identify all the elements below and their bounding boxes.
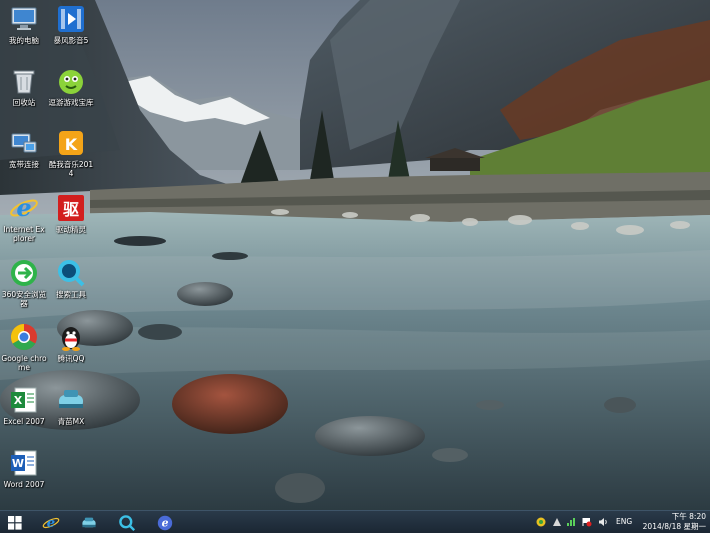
clock[interactable]: 下午 8:20 2014/8/18 星期一 [634,512,706,532]
update-icon[interactable] [552,517,562,527]
desktop-icon-label: 回收站 [12,98,36,107]
desktop-icon-boat-app[interactable]: 青苗MX [48,385,94,426]
language-indicator[interactable]: ENG [616,517,632,526]
desktop-icon-label: Excel 2007 [3,417,45,426]
svg-text:e: e [162,516,169,529]
ie-browser-icon: e [157,515,173,530]
desktop-icon-computer[interactable]: 我的电脑 [1,4,47,45]
desktop-icon-game-box[interactable]: 逗游游戏宝库 [48,66,94,107]
desktop-icon-internet-explorer[interactable]: e Internet Explorer [1,193,47,243]
desktop-icon-label: Google chrome [1,354,47,372]
desktop-icon-label: 宽带连接 [9,160,39,169]
boat-app-icon [59,390,83,408]
desktop-icon-label: 我的电脑 [9,36,39,45]
desktop-icon-storm-player[interactable]: 暴风影音5 [48,4,94,45]
desktop-icon-label: 暴风影音5 [53,36,89,45]
qq-icon [62,327,80,351]
internet-explorer-icon: e [42,516,60,531]
kuwo-music-icon: K [59,131,83,155]
svg-text:e: e [47,516,55,531]
search-tool-icon [58,260,85,287]
desktop-icon-label: 青苗MX [57,417,85,426]
system-tray: ENG 下午 8:20 2014/8/18 星期一 [534,511,710,533]
desktop-icon-label: 驱动精灵 [56,225,86,234]
desktop-icon-excel[interactable]: X Excel 2007 [1,385,47,426]
svg-text:e: e [16,193,31,222]
search-tool-icon [119,514,136,531]
clock-time: 下午 8:20 [671,512,706,521]
desktop-icon-recycle-bin[interactable]: 回收站 [1,66,47,107]
windows-start-icon [8,515,22,530]
recycle-bin-icon [13,70,35,94]
internet-explorer-icon: e [10,193,38,222]
start-button[interactable] [4,513,26,532]
desktop-icon-label: 搜索工具 [56,290,86,299]
desktop-icon-label: 酷我音乐2014 [48,160,94,178]
svg-text:驱: 驱 [63,200,79,219]
excel-icon: X [11,387,37,413]
driver-genius-icon: 驱 [58,195,84,221]
clock-date: 2014/8/18 星期一 [642,522,706,531]
desktop-icon-kuwo-music[interactable]: K 酷我音乐2014 [48,128,94,178]
desktop-icon-chrome[interactable]: Google chrome [1,322,47,372]
taskbar: e e ENG 下午 8:20 2014/8/18 星期一 [0,510,710,533]
desktop-icon-search-tool[interactable]: 搜索工具 [48,258,94,299]
volume-icon[interactable] [598,517,608,527]
svg-text:K: K [65,135,78,154]
desktop-icon-driver-genius[interactable]: 驱驱动精灵 [48,193,94,234]
desktop-icon-broadband[interactable]: 宽带连接 [1,128,47,169]
desktop-icon-label: 逗游游戏宝库 [48,98,94,107]
taskbar-internet-explorer[interactable]: e [40,513,62,532]
computer-icon [11,7,37,30]
broadband-icon [11,133,37,153]
desktop-wallpaper [0,0,710,510]
desktop-icon-label: 360安全浏览器 [1,290,47,308]
boat-app-icon [82,517,96,527]
desktop-icon-label: Internet Explorer [3,225,45,243]
shield-icon[interactable] [536,517,546,527]
desktop-icon-word[interactable]: W Word 2007 [1,448,47,489]
network-icon[interactable] [566,517,576,527]
taskbar-ie-browser[interactable]: e [154,513,176,532]
taskbar-boat-app[interactable] [78,513,100,532]
chrome-icon [10,323,37,351]
svg-text:W: W [12,457,24,470]
taskbar-search-tool[interactable] [116,513,138,532]
desktop-icon-qq[interactable]: 腾讯QQ [48,322,94,363]
svg-text:X: X [14,394,23,407]
game-box-icon [59,70,83,94]
360-browser-icon [11,260,37,286]
storm-player-icon [58,6,84,32]
desktop-icon-label: Word 2007 [3,480,45,489]
desktop-icon-label: 腾讯QQ [57,354,85,363]
flag-icon[interactable] [582,517,592,527]
desktop-icon-360-browser[interactable]: 360安全浏览器 [1,258,47,308]
word-icon: W [11,450,37,476]
